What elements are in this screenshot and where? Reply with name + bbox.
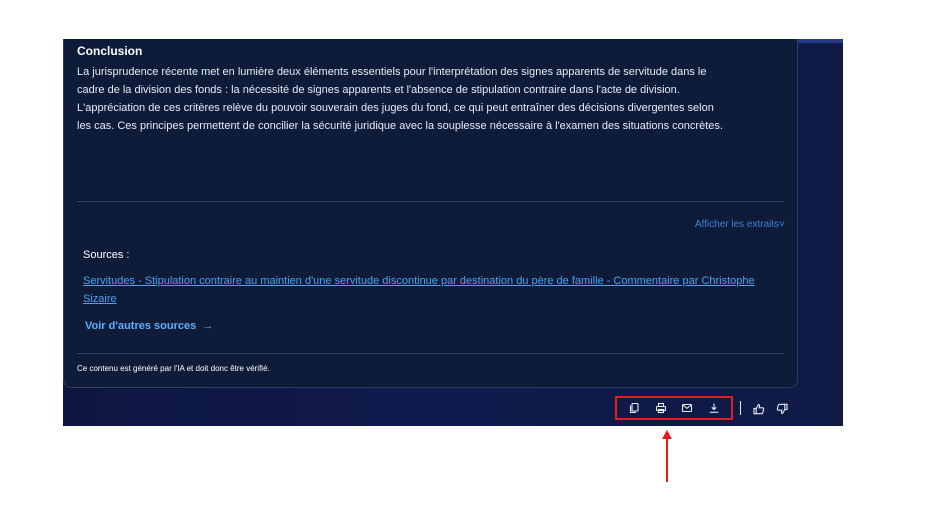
download-icon[interactable] bbox=[707, 401, 721, 415]
sources-label: Sources : bbox=[83, 249, 130, 261]
ai-disclaimer: Ce contenu est généré par l'IA et doit d… bbox=[77, 364, 270, 373]
red-pointer-arrow-icon bbox=[662, 430, 672, 482]
mail-icon[interactable] bbox=[680, 401, 694, 415]
toolbar-separator bbox=[740, 401, 741, 415]
thumbs-up-icon[interactable] bbox=[753, 402, 767, 416]
thumbs-down-icon[interactable] bbox=[776, 402, 790, 416]
chat-response-panel: Conclusion La jurisprudence récente met … bbox=[63, 39, 843, 426]
copy-icon[interactable] bbox=[627, 401, 641, 415]
divider bbox=[77, 201, 784, 202]
divider bbox=[77, 353, 784, 354]
source-link[interactable]: Servitudes - Stipulation contraire au ma… bbox=[83, 272, 763, 308]
print-icon[interactable] bbox=[654, 401, 668, 415]
show-extracts-label: Afficher les extraits bbox=[694, 219, 780, 230]
arrow-right-icon: → bbox=[202, 320, 214, 332]
more-sources-label: Voir d'autres sources bbox=[85, 320, 197, 332]
action-toolbar-highlight bbox=[615, 396, 733, 420]
show-extracts-button[interactable]: Afficher les extraits˅ bbox=[695, 219, 785, 230]
conclusion-text: La jurisprudence récente met en lumière … bbox=[77, 66, 723, 132]
conclusion-title: Conclusion bbox=[77, 44, 143, 58]
more-sources-link[interactable]: Voir d'autres sources → bbox=[85, 320, 213, 332]
response-card: Conclusion La jurisprudence récente met … bbox=[63, 39, 798, 388]
chevron-down-icon: ˅ bbox=[779, 219, 785, 230]
